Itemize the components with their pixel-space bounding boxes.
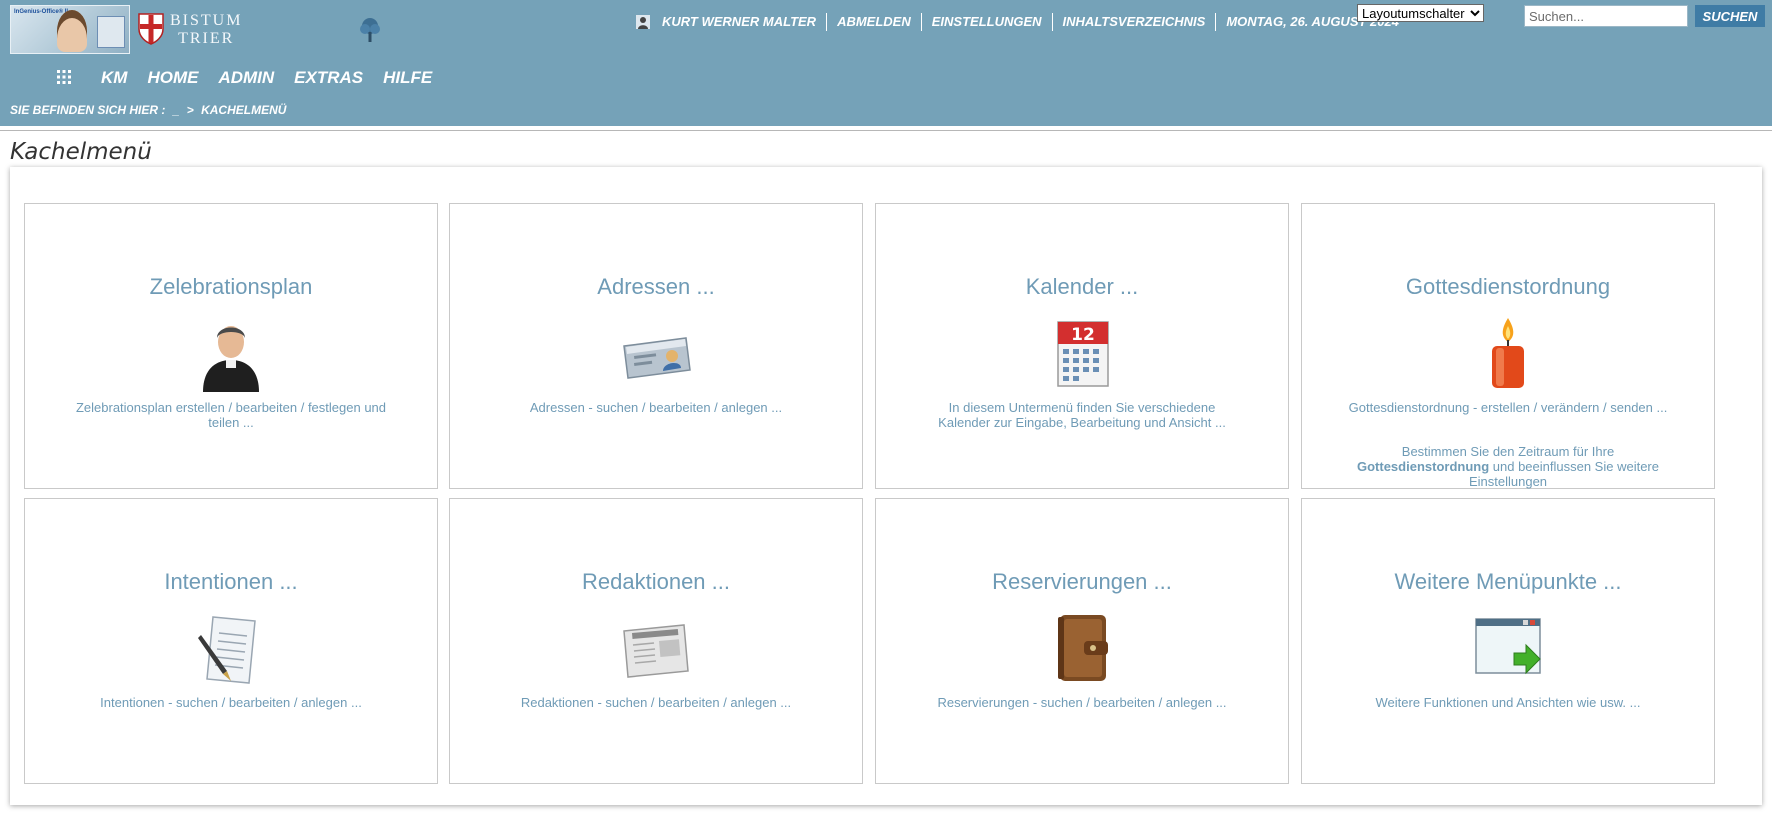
tile-intentionen[interactable]: Intentionen ... Intentionen - suchen / b… bbox=[24, 498, 438, 784]
tile-description: Adressen - suchen / bearbeiten / anlegen… bbox=[529, 400, 783, 415]
tile-title[interactable]: Zelebrationsplan bbox=[25, 274, 437, 300]
search-input[interactable] bbox=[1524, 5, 1688, 27]
nav-item-home[interactable]: HOME bbox=[147, 67, 198, 89]
top-links: KURT WERNER MALTER ABMELDEN EINSTELLUNGE… bbox=[636, 13, 1409, 31]
candle-icon bbox=[1492, 318, 1524, 388]
breadcrumb-separator: > bbox=[186, 103, 194, 117]
tile-description: Gottesdienstordnung - erstellen / veränd… bbox=[1348, 400, 1668, 415]
app-grid-icon[interactable] bbox=[57, 70, 71, 84]
app-logo-text: InGenius-Office® II bbox=[14, 9, 69, 15]
breadcrumb-current: KACHELMENÜ bbox=[201, 103, 287, 117]
diocese-crest-icon bbox=[138, 13, 164, 45]
logo-house-image bbox=[97, 16, 125, 48]
org-name-line1: BISTUM bbox=[170, 12, 243, 29]
tile-description: Redaktionen - suchen / bearbeiten / anle… bbox=[520, 695, 792, 710]
header-bar: InGenius-Office® II BISTUM TRIER KURT WE… bbox=[0, 0, 1772, 126]
tile-extra-info: Bestimmen Sie den Zeitraum für Ihre Gott… bbox=[1347, 444, 1669, 489]
tile-adressen[interactable]: Adressen ... Adressen - suchen / bearbei… bbox=[449, 203, 863, 489]
tile-reservierungen[interactable]: Reservierungen ... Reservierungen - such… bbox=[875, 498, 1289, 784]
logo-person-image bbox=[57, 10, 87, 52]
window-arrow-icon bbox=[1475, 618, 1541, 675]
nav-item-admin[interactable]: ADMIN bbox=[218, 67, 274, 89]
tile-title[interactable]: Weitere Menüpunkte ... bbox=[1302, 569, 1714, 595]
org-name-line2: TRIER bbox=[178, 30, 235, 47]
tile-title[interactable]: Gottesdienstordnung bbox=[1302, 274, 1714, 300]
tile-redaktionen[interactable]: Redaktionen ... Redaktionen - suchen / b… bbox=[449, 498, 863, 784]
breadcrumb-prefix: SIE BEFINDEN SICH HIER : bbox=[10, 103, 166, 117]
contract-icon bbox=[198, 616, 256, 684]
breadcrumb: SIE BEFINDEN SICH HIER : _ > KACHELMENÜ bbox=[10, 103, 290, 117]
logout-link[interactable]: ABMELDEN bbox=[826, 13, 921, 31]
table-of-contents-link[interactable]: INHALTSVERZEICHNIS bbox=[1051, 13, 1216, 31]
nav-item-help[interactable]: HILFE bbox=[383, 67, 432, 89]
tile-title[interactable]: Reservierungen ... bbox=[876, 569, 1288, 595]
tile-title[interactable]: Adressen ... bbox=[450, 274, 862, 300]
settings-link[interactable]: EINSTELLUNGEN bbox=[920, 13, 1052, 31]
user-avatar-icon bbox=[636, 15, 650, 29]
tile-description: Intentionen - suchen / bearbeiten / anle… bbox=[100, 695, 362, 710]
header-divider bbox=[0, 130, 1772, 131]
nav-item-km[interactable]: KM bbox=[101, 67, 127, 89]
calendar-day-number: 12 bbox=[1071, 325, 1095, 345]
user-name-link[interactable]: KURT WERNER MALTER bbox=[662, 13, 826, 31]
breadcrumb-root-link[interactable]: _ bbox=[173, 103, 180, 117]
tile-zelebrationsplan[interactable]: Zelebrationsplan Zelebrationsplan erstel… bbox=[24, 203, 438, 489]
calendar-icon: 12 bbox=[1057, 321, 1109, 387]
tile-kalender[interactable]: Kalender ... 12 In diesem Untermenü find… bbox=[875, 203, 1289, 489]
tile-title[interactable]: Intentionen ... bbox=[25, 569, 437, 595]
tile-title[interactable]: Kalender ... bbox=[876, 274, 1288, 300]
tile-extra-text-after: und beeinflussen Sie weitere Einstellung… bbox=[1468, 459, 1659, 489]
tile-description: In diesem Untermenü finden Sie verschied… bbox=[938, 400, 1226, 430]
app-logo[interactable]: InGenius-Office® II bbox=[10, 5, 130, 54]
priest-icon bbox=[203, 326, 259, 392]
tile-extra-text-before: Bestimmen Sie den Zeitraum für Ihre bbox=[1401, 444, 1615, 459]
search-button[interactable]: SUCHEN bbox=[1695, 5, 1765, 27]
tile-title[interactable]: Redaktionen ... bbox=[450, 569, 862, 595]
tile-description: Reservierungen - suchen / bearbeiten / a… bbox=[937, 695, 1227, 710]
wallet-icon bbox=[1058, 615, 1108, 681]
main-nav: KM HOME ADMIN EXTRAS HILFE bbox=[101, 67, 452, 89]
tile-description: Zelebrationsplan erstellen / bearbeiten … bbox=[75, 400, 387, 430]
tile-panel: Zelebrationsplan Zelebrationsplan erstel… bbox=[10, 167, 1762, 805]
tile-gottesdienstordnung[interactable]: Gottesdienstordnung Gottesdienstordnung … bbox=[1301, 203, 1715, 489]
tree-icon[interactable] bbox=[359, 17, 381, 43]
org-name: BISTUM TRIER bbox=[170, 12, 242, 48]
id-card-icon bbox=[623, 337, 691, 379]
newspaper-icon bbox=[623, 624, 689, 678]
tile-weitere-menuepunkte[interactable]: Weitere Menüpunkte ... Weitere Funktione… bbox=[1301, 498, 1715, 784]
layout-switcher-select[interactable]: Layoutumschalter bbox=[1357, 4, 1484, 22]
tile-description: Weitere Funktionen und Ansichten wie usw… bbox=[1375, 695, 1641, 710]
nav-item-extras[interactable]: EXTRAS bbox=[294, 67, 363, 89]
page-title: Kachelmenü bbox=[10, 139, 152, 165]
tile-extra-bold-link[interactable]: Gottesdienstordnung bbox=[1357, 459, 1489, 474]
